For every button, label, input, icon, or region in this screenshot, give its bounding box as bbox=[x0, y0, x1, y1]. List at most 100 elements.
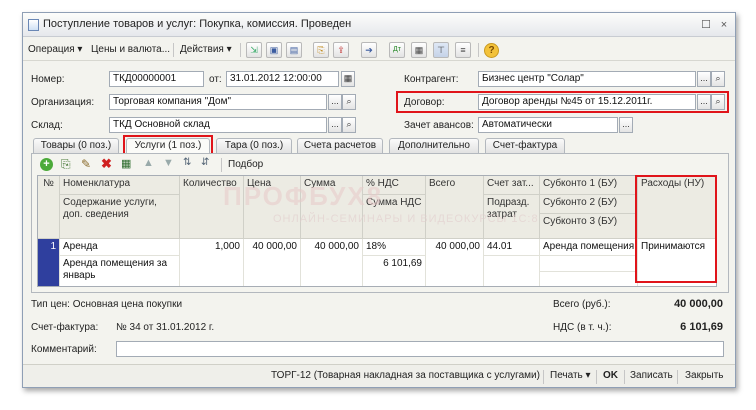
col-header-subconto-3[interactable]: Субконто 3 (БУ) bbox=[540, 214, 638, 239]
torg12-print-button[interactable]: ТОРГ-12 (Товарная накладная за поставщик… bbox=[271, 370, 540, 381]
row-subdivision[interactable] bbox=[484, 256, 540, 286]
bottom-divider bbox=[596, 370, 597, 384]
add-row-icon[interactable]: + bbox=[40, 158, 53, 171]
tab-additional[interactable]: Дополнительно bbox=[389, 138, 479, 153]
row-cost-account[interactable]: 44.01 bbox=[484, 239, 540, 256]
structure-icon[interactable]: ▦ bbox=[411, 42, 427, 58]
print-menu[interactable]: Печать ▾ bbox=[550, 370, 591, 381]
sort-asc-icon[interactable]: ⇅ bbox=[183, 157, 191, 168]
open-counterparty-icon[interactable]: ⌕ bbox=[711, 71, 725, 87]
col-header-quantity[interactable]: Количество bbox=[180, 176, 244, 239]
row-price[interactable]: 40 000,00 bbox=[244, 239, 301, 286]
operation-menu[interactable]: Операция ▾ bbox=[28, 42, 82, 58]
price-type-label[interactable]: Тип цен: Основная цена покупки bbox=[31, 299, 182, 310]
row-subconto-3[interactable] bbox=[540, 272, 638, 286]
row-content[interactable]: Аренда помещения за январь bbox=[60, 256, 180, 286]
contract-field[interactable]: Договор аренды №45 от 15.12.2011г. bbox=[478, 94, 696, 110]
col-header-subconto-1[interactable]: Субконто 1 (БУ) bbox=[540, 176, 638, 195]
bottom-divider bbox=[624, 370, 625, 384]
tab-containers[interactable]: Тара (0 поз.) bbox=[216, 138, 292, 153]
select-advances-button[interactable]: ... bbox=[619, 117, 633, 133]
row-number[interactable]: 1 bbox=[38, 239, 60, 286]
contract-label: Договор: bbox=[404, 97, 445, 108]
col-header-total[interactable]: Всего bbox=[426, 176, 484, 239]
col-header-sum[interactable]: Сумма bbox=[301, 176, 363, 239]
warehouse-label: Склад: bbox=[31, 120, 63, 131]
post-close-icon[interactable]: ⇲ bbox=[246, 42, 262, 58]
toolbar-divider bbox=[173, 43, 174, 57]
table-toolbar-divider bbox=[221, 158, 222, 172]
create-based-on-icon[interactable]: ⇪ bbox=[333, 42, 349, 58]
selection-button[interactable]: Подбор bbox=[228, 159, 263, 170]
col-header-nomenclature[interactable]: Номенклатура bbox=[60, 176, 180, 195]
select-counterparty-button[interactable]: ... bbox=[697, 71, 711, 87]
row-subconto-1[interactable]: Аренда помещения bbox=[540, 239, 638, 256]
tab-invoice[interactable]: Счет-фактура bbox=[485, 138, 565, 153]
date-field[interactable]: 31.01.2012 12:00:00 bbox=[226, 71, 339, 87]
parameters-icon[interactable]: ⊤ bbox=[433, 42, 449, 58]
list-settings-icon[interactable]: ≡ bbox=[455, 42, 471, 58]
counterparty-field[interactable]: Бизнес центр "Солар" bbox=[478, 71, 696, 87]
tab-goods[interactable]: Товары (0 поз.) bbox=[33, 138, 119, 153]
number-field[interactable]: ТКД00000001 bbox=[109, 71, 204, 87]
select-warehouse-button[interactable]: ... bbox=[328, 117, 342, 133]
col-header-cost-account[interactable]: Счет зат... bbox=[484, 176, 540, 195]
invoice-link[interactable]: № 34 от 31.01.2012 г. bbox=[116, 322, 214, 333]
open-contract-icon[interactable]: ⌕ bbox=[711, 94, 725, 110]
debit-credit-icon[interactable]: Дт bbox=[389, 42, 405, 58]
row-sum[interactable]: 40 000,00 bbox=[301, 239, 363, 286]
row-vat-rate[interactable]: 18% bbox=[363, 239, 426, 256]
col-header-content[interactable]: Содержание услуги, доп. сведения bbox=[60, 195, 180, 239]
total-value: 40 000,00 bbox=[674, 298, 723, 310]
open-organization-icon[interactable]: ⌕ bbox=[342, 94, 356, 110]
tab-settlement-accounts[interactable]: Счета расчетов bbox=[297, 138, 383, 153]
comment-field[interactable] bbox=[116, 341, 724, 357]
col-header-subdivision[interactable]: Подразд. затрат bbox=[484, 195, 540, 239]
actions-menu[interactable]: Действия ▾ bbox=[180, 42, 232, 58]
close-window-button[interactable]: Закрыть bbox=[685, 370, 724, 381]
total-label: Всего (руб.): bbox=[553, 299, 611, 310]
advances-field[interactable]: Автоматически bbox=[478, 117, 618, 133]
help-icon[interactable]: ? bbox=[484, 43, 499, 58]
sort-desc-icon[interactable]: ⇵ bbox=[201, 157, 209, 168]
save-button[interactable]: Записать bbox=[630, 370, 673, 381]
row-total[interactable]: 40 000,00 bbox=[426, 239, 484, 286]
col-header-subconto-2[interactable]: Субконто 2 (БУ) bbox=[540, 195, 638, 214]
document-icon bbox=[28, 19, 39, 31]
row-quantity[interactable]: 1,000 bbox=[180, 239, 244, 286]
row-nomenclature[interactable]: Аренда bbox=[60, 239, 180, 256]
bottom-divider bbox=[677, 370, 678, 384]
organization-field[interactable]: Торговая компания "Дом" bbox=[109, 94, 327, 110]
row-subconto-2[interactable] bbox=[540, 256, 638, 272]
edit-row-icon[interactable]: ✎ bbox=[81, 157, 91, 171]
col-header-vat-rate[interactable]: % НДС bbox=[363, 176, 426, 195]
row-vat-sum[interactable]: 6 101,69 bbox=[363, 256, 426, 286]
select-contract-button[interactable]: ... bbox=[697, 94, 711, 110]
ok-button[interactable]: OK bbox=[603, 370, 618, 381]
end-edit-icon[interactable]: ▦ bbox=[121, 157, 131, 170]
invoice-label: Счет-фактура: bbox=[31, 322, 99, 333]
select-organization-button[interactable]: ... bbox=[328, 94, 342, 110]
open-warehouse-icon[interactable]: ⌕ bbox=[342, 117, 356, 133]
toolbar-divider bbox=[478, 43, 479, 57]
close-button[interactable]: × bbox=[717, 18, 731, 32]
col-header-number[interactable]: № bbox=[38, 176, 60, 239]
move-down-icon[interactable]: ▼ bbox=[163, 157, 174, 169]
calendar-icon[interactable]: ▦ bbox=[341, 71, 355, 87]
document-window: Поступление товаров и услуг: Покупка, ко… bbox=[22, 12, 736, 388]
advances-label: Зачет авансов: bbox=[404, 120, 474, 131]
col-header-price[interactable]: Цена bbox=[244, 176, 301, 239]
col-header-vat-sum[interactable]: Сумма НДС bbox=[363, 195, 426, 239]
maximize-button[interactable]: ☐ bbox=[699, 18, 713, 32]
copy-row-icon[interactable]: ⎘ bbox=[61, 157, 71, 172]
post-icon[interactable]: ▤ bbox=[286, 42, 302, 58]
move-up-icon[interactable]: ▲ bbox=[143, 157, 154, 169]
go-to-icon[interactable]: ➔ bbox=[361, 42, 377, 58]
warehouse-field[interactable]: ТКД Основной склад bbox=[109, 117, 327, 133]
save-icon[interactable]: ▣ bbox=[266, 42, 282, 58]
expenses-column-highlight bbox=[635, 175, 717, 283]
bottom-divider bbox=[543, 370, 544, 384]
copy-document-icon[interactable]: ⎘ bbox=[313, 42, 329, 58]
prices-currency-button[interactable]: Цены и валюта... bbox=[91, 42, 170, 58]
delete-row-icon[interactable]: ✖ bbox=[101, 156, 112, 172]
